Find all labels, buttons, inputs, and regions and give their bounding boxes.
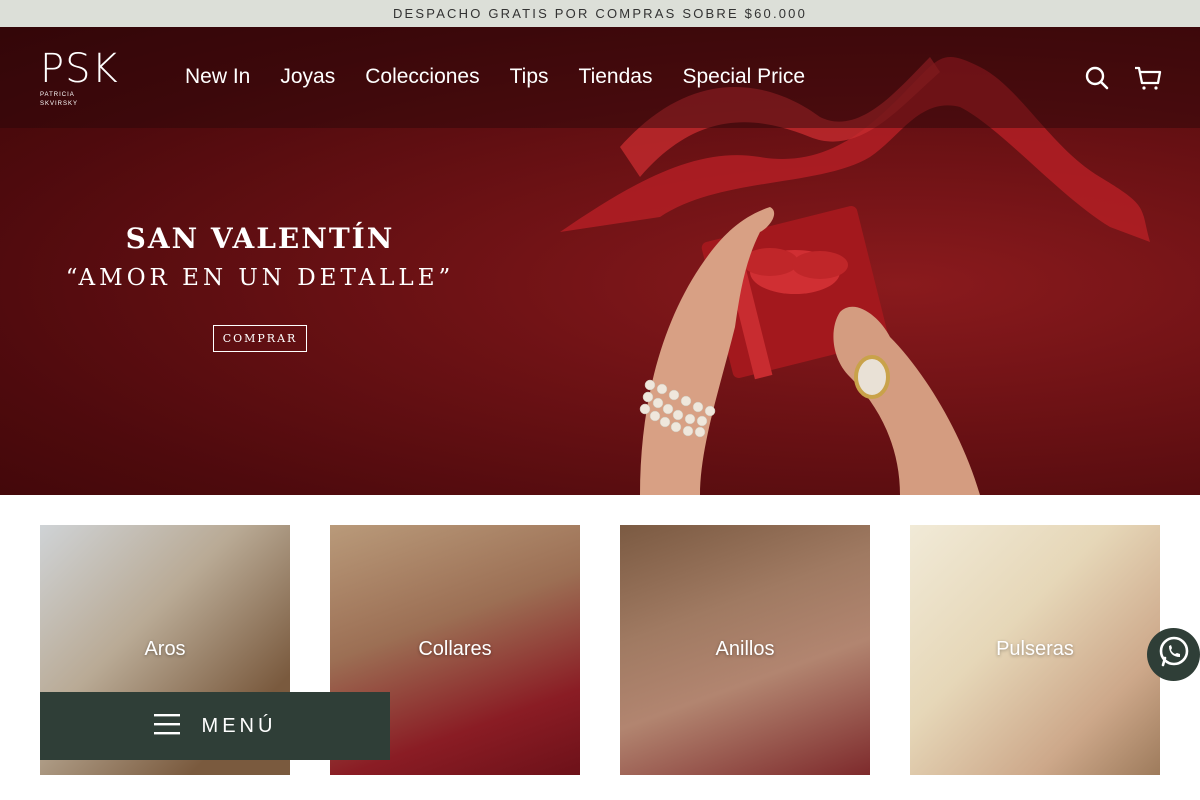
menu-button[interactable]: MENÚ (40, 692, 390, 760)
nav-new-in[interactable]: New In (185, 65, 250, 89)
hero-title: SAN VALENTÍN (125, 222, 395, 255)
category-tile-anillos[interactable]: Anillos (620, 525, 870, 775)
logo-subline-2: SKVIRSKY (40, 101, 79, 107)
menu-label: MENÚ (201, 714, 277, 737)
category-label: Anillos (715, 638, 775, 660)
whatsapp-icon (1157, 635, 1191, 674)
category-tile-pulseras[interactable]: Pulseras (910, 525, 1160, 775)
hero-banner[interactable]: PSK PATRICIA SKVIRSKY New In Joyas Colec… (0, 27, 1200, 495)
logo-wordmark: PSK (40, 46, 119, 92)
whatsapp-button[interactable] (1147, 628, 1200, 681)
site-header: PSK PATRICIA SKVIRSKY New In Joyas Colec… (0, 27, 1200, 128)
psk-logo[interactable]: PSK PATRICIA SKVIRSKY (40, 49, 119, 107)
hero-copy: SAN VALENTÍN “AMOR EN UN DETALLE” COMPRA… (40, 222, 480, 352)
hamburger-icon (153, 713, 182, 740)
announcement-bar: DESPACHO GRATIS POR COMPRAS SOBRE $60.00… (0, 0, 1200, 27)
nav-joyas[interactable]: Joyas (280, 65, 335, 89)
category-label: Pulseras (996, 638, 1074, 660)
category-label: Aros (144, 638, 186, 660)
nav-colecciones[interactable]: Colecciones (365, 65, 479, 89)
header-actions (1084, 65, 1162, 91)
nav-tiendas[interactable]: Tiendas (579, 65, 653, 89)
cart-icon[interactable] (1134, 65, 1162, 91)
main-nav: New In Joyas Colecciones Tips Tiendas Sp… (185, 65, 805, 89)
category-label: Collares (418, 638, 492, 660)
hero-subtitle: “AMOR EN UN DETALLE” (65, 265, 455, 291)
comprar-button[interactable]: COMPRAR (212, 325, 308, 352)
nav-tips[interactable]: Tips (510, 65, 549, 89)
search-icon[interactable] (1084, 65, 1110, 91)
nav-special-price[interactable]: Special Price (682, 65, 805, 89)
logo-subline-1: PATRICIA (40, 92, 75, 98)
